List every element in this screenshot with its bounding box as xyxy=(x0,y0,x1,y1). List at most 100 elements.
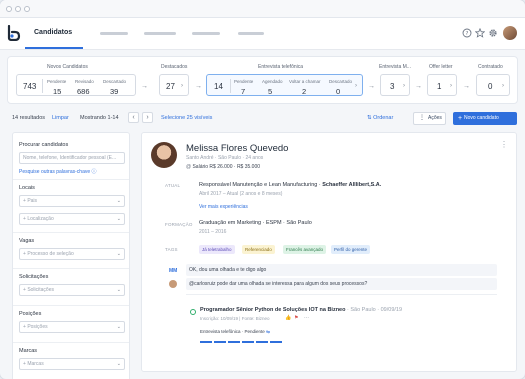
stage-destacados[interactable]: 27 › xyxy=(159,74,189,96)
country-select[interactable]: + Pais ⌄ xyxy=(19,195,125,207)
requests-select[interactable]: + Solicitações ⌄ xyxy=(19,284,125,296)
showing-range: Mostrando 1-14 xyxy=(80,115,119,121)
commenter-avatar xyxy=(169,280,177,288)
sub-value[interactable]: 7 xyxy=(241,87,245,96)
stage-entrevista-telefonica[interactable]: 14 Pendente 7 Agendado 5 Voltar a chamar… xyxy=(206,74,363,96)
candidate-name: Melissa Flores Quevedo xyxy=(186,143,289,154)
arrow-icon: → xyxy=(195,83,202,90)
search-other-label: Pesquise outras palavras-chave xyxy=(19,169,91,175)
positions-placeholder: + Posições xyxy=(23,324,48,330)
sub-value[interactable]: 2 xyxy=(302,87,306,96)
company-name: Schaeffer Alllibert,S.A. xyxy=(322,182,382,188)
star-icon[interactable] xyxy=(475,28,485,38)
chevron-right-icon: › xyxy=(450,83,452,89)
at-icon: @ xyxy=(186,164,192,170)
filters-sidebar: Procurar candidatos Nome, telefone, Iden… xyxy=(12,132,130,379)
sub-value[interactable]: 0 xyxy=(336,87,340,96)
more-options-icon[interactable]: ⋮ xyxy=(500,141,508,149)
requests-placeholder: + Solicitações xyxy=(23,287,54,293)
window-minimize-icon[interactable] xyxy=(15,6,21,12)
divider xyxy=(13,342,129,343)
candidate-location: Santo André · São Paulo · 24 anos xyxy=(186,155,264,161)
stage-entrevista-m[interactable]: 3 › xyxy=(380,74,410,96)
tab-placeholder[interactable] xyxy=(238,32,264,35)
application-location: · São Paulo · 09/09/19 xyxy=(347,307,403,313)
chevron-down-icon: ⌄ xyxy=(116,361,121,367)
thumbs-up-icon[interactable]: 👍 xyxy=(285,315,291,321)
application-title-row: Programador Sênior Python de Soluções IO… xyxy=(200,307,402,313)
gear-icon[interactable] xyxy=(488,28,498,38)
locais-label: Locais xyxy=(19,185,35,191)
sub-value[interactable]: 15 xyxy=(53,87,61,96)
svg-text:?: ? xyxy=(466,31,469,37)
order-button[interactable]: ⇅ Ordenar xyxy=(367,115,393,121)
stage-total: 743 xyxy=(23,82,37,91)
stage-offer-letter[interactable]: 1 › xyxy=(427,74,457,96)
stage-contratado[interactable]: 0 › xyxy=(476,74,510,96)
brands-placeholder: + Marcas xyxy=(23,361,44,367)
user-avatar[interactable] xyxy=(503,26,517,40)
bizneo-logo-icon[interactable] xyxy=(7,25,21,41)
tab-candidatos[interactable]: Candidatos xyxy=(34,29,72,36)
more-experiences-link[interactable]: Ver mais experiências xyxy=(199,204,248,210)
application-title[interactable]: Programador Sênior Python de Soluções IO… xyxy=(200,307,345,313)
stage-novos[interactable]: 743 Pendente 15 Revisado 686 Descartado … xyxy=(16,74,136,96)
tab-placeholder[interactable] xyxy=(144,32,176,35)
tag[interactable]: Perfil do gerente xyxy=(331,245,371,254)
switch-icon[interactable]: ⇆ xyxy=(266,329,270,334)
separator xyxy=(230,79,231,93)
prev-page-button[interactable]: ‹ xyxy=(128,112,139,123)
sub-label: Descartado xyxy=(329,79,353,84)
divider xyxy=(13,268,129,269)
tag[interactable]: Francês avançado xyxy=(283,245,327,254)
positions-select[interactable]: + Posições ⌄ xyxy=(19,321,125,333)
arrow-icon: → xyxy=(141,83,148,90)
arrow-icon: → xyxy=(415,83,422,90)
vagas-label: Vagas xyxy=(19,238,35,244)
location-select[interactable]: + Localização ⌄ xyxy=(19,213,125,225)
clear-filters-link[interactable]: Limpar xyxy=(52,115,69,121)
window-maximize-icon[interactable] xyxy=(24,6,30,12)
selection-process-select[interactable]: + Processo de seleção ⌄ xyxy=(19,248,125,260)
flag-icon[interactable]: ⚑ xyxy=(294,315,298,321)
formacao-label: FORMAÇÃO xyxy=(165,222,193,227)
stage-title-entrevista-m: Entrevista M... xyxy=(379,64,411,70)
comment: @carlosruiz pode dar uma olhada se inter… xyxy=(186,278,497,290)
stage-total: 14 xyxy=(214,82,223,91)
candidate-detail-panel: Melissa Flores Quevedo Santo André · São… xyxy=(141,132,517,372)
sub-value[interactable]: 39 xyxy=(110,87,118,96)
actions-button[interactable]: ⋮ Ações xyxy=(413,112,446,125)
chevron-right-icon: › xyxy=(181,83,183,89)
stage-title-novos: Novos Candidatos xyxy=(47,64,88,70)
actions-label: Ações xyxy=(428,115,442,121)
tag[interactable]: Já teletrabalho xyxy=(199,245,235,254)
application-meta: Inscrição: 10/09/19 | Fonte: Bizneo xyxy=(200,316,270,321)
more-icon[interactable]: ⋯ xyxy=(304,315,309,321)
select-visible-link[interactable]: Selecione 25 visíveis xyxy=(161,115,212,121)
application-stage: Entrevista telefônica · Pendiente ⇆ xyxy=(200,329,270,335)
sub-value[interactable]: 686 xyxy=(77,87,90,96)
sub-label: Pendente xyxy=(234,79,254,84)
help-icon[interactable]: ? xyxy=(462,28,472,38)
new-candidate-button[interactable]: + Novo candidato xyxy=(453,112,517,125)
next-page-button[interactable]: › xyxy=(142,112,153,123)
brands-select[interactable]: + Marcas ⌄ xyxy=(19,358,125,370)
job-period: Abril 2017 – Atual (2 anos e 8 meses) xyxy=(199,191,283,197)
application-card[interactable]: Programador Sênior Python de Soluções IO… xyxy=(186,294,497,354)
sub-value[interactable]: 5 xyxy=(268,87,272,96)
job-title: Responsável Manutenção e Lean Manufactur… xyxy=(199,182,318,188)
search-other-keywords-link[interactable]: Pesquise outras palavras-chave ⓘ xyxy=(19,168,97,175)
chevron-right-icon: › xyxy=(403,83,405,89)
plus-icon: + xyxy=(458,115,463,122)
sub-label: Revisado xyxy=(75,79,94,84)
tab-placeholder[interactable] xyxy=(192,32,220,35)
stage-title-destacados: Destacados xyxy=(161,64,188,70)
kebab-icon: ⋮ xyxy=(419,115,425,121)
candidate-search-input[interactable]: Nome, telefone, Identificador pessoal (E… xyxy=(19,152,125,164)
marcas-label: Marcas xyxy=(19,348,38,354)
tag[interactable]: Referenciado xyxy=(242,245,275,254)
stage-title-contratado: Contratado xyxy=(478,64,503,70)
window-close-icon[interactable] xyxy=(6,6,12,12)
tab-placeholder[interactable] xyxy=(100,32,128,35)
location-placeholder: + Localização xyxy=(23,216,54,222)
